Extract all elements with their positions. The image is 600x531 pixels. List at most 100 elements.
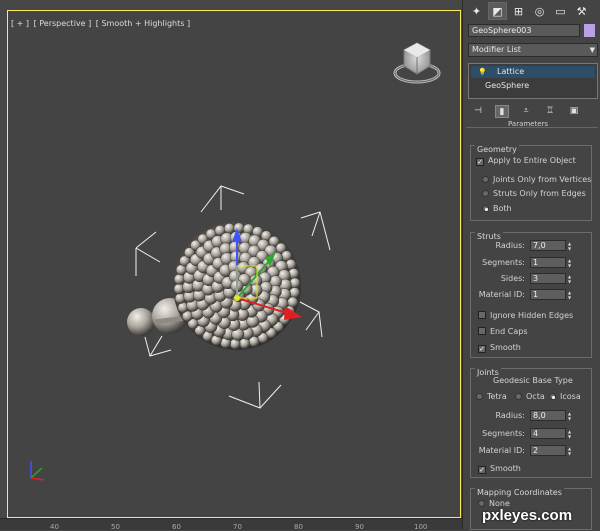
spinner-arrows-icon[interactable]: ▲ ▼ bbox=[568, 289, 575, 300]
ignore-hidden-edges-checkbox[interactable]: Ignore Hidden Edges bbox=[478, 311, 573, 320]
strut-sides-label: Sides: bbox=[500, 274, 525, 283]
group-title: Struts bbox=[475, 232, 503, 241]
chevron-down-icon: ▼ bbox=[589, 46, 595, 54]
watermark-text: pxleyes.com bbox=[482, 507, 573, 524]
pin-stack-icon[interactable]: ⊣ bbox=[471, 105, 485, 118]
radio-label: Struts Only from Edges bbox=[493, 189, 586, 198]
lattice-joint bbox=[289, 287, 301, 299]
stack-item-geosphere[interactable]: GeoSphere bbox=[469, 80, 597, 92]
joint-smooth-checkbox[interactable]: ✓ Smooth bbox=[478, 464, 521, 474]
radio-icosa[interactable]: Icosa bbox=[549, 392, 581, 401]
checkbox-label: Smooth bbox=[490, 464, 521, 473]
spinner-value[interactable]: 8,0 bbox=[530, 410, 566, 421]
stack-item-lattice[interactable]: 💡 Lattice bbox=[471, 66, 595, 78]
strut-sides-spinner[interactable]: 3 ▲ ▼ bbox=[530, 273, 575, 284]
remove-modifier-icon[interactable]: ♖ bbox=[543, 105, 557, 118]
parameters-rollout-header[interactable]: Parameters bbox=[466, 120, 598, 133]
spinner-value[interactable]: 4 bbox=[530, 428, 566, 439]
strut-material-label: Material ID: bbox=[478, 290, 525, 299]
spinner-value[interactable]: 2 bbox=[530, 445, 566, 456]
checkbox-checked-icon: ✓ bbox=[478, 466, 486, 474]
modifier-stack: 💡 Lattice GeoSphere bbox=[468, 63, 598, 99]
end-caps-checkbox[interactable]: End Caps bbox=[478, 327, 527, 336]
radio-both[interactable]: Both bbox=[482, 204, 512, 213]
command-panel-tabs: ✦ ◩ ⊞ ◎ ▭ ⚒ bbox=[463, 0, 600, 22]
stack-item-label: GeoSphere bbox=[485, 81, 530, 90]
lattice-joint bbox=[173, 273, 185, 285]
strut-radius-label: Radius: bbox=[495, 241, 525, 250]
joint-material-spinner[interactable]: 2 ▲ ▼ bbox=[530, 445, 575, 456]
radio-icon bbox=[478, 500, 485, 507]
object-name-row: GeoSphere003 bbox=[468, 24, 598, 38]
spinner-arrows-icon[interactable]: ▲ ▼ bbox=[568, 428, 575, 439]
axis-tripod-icon bbox=[30, 461, 45, 481]
radio-label: Both bbox=[493, 204, 512, 213]
create-icon[interactable]: ✦ bbox=[467, 2, 486, 20]
lightbulb-icon[interactable]: 💡 bbox=[478, 66, 487, 78]
radio-label: Octa bbox=[526, 392, 545, 401]
viewcube-icon[interactable] bbox=[393, 42, 441, 84]
joint-radius-spinner[interactable]: 8,0 ▲ ▼ bbox=[530, 410, 575, 421]
radio-struts-only[interactable]: Struts Only from Edges bbox=[482, 189, 586, 198]
radio-selected-icon bbox=[482, 205, 489, 212]
group-title: Geometry bbox=[475, 145, 519, 154]
perspective-viewport[interactable]: [ + ] [ Perspective ] [ Smooth + Highlig… bbox=[0, 0, 462, 518]
strut-radius-spinner[interactable]: 7,0 ▲ ▼ bbox=[530, 240, 575, 251]
spinner-arrows-icon[interactable]: ▲ ▼ bbox=[568, 240, 575, 251]
spinner-arrows-icon[interactable]: ▲ ▼ bbox=[568, 257, 575, 268]
radio-selected-icon bbox=[549, 393, 556, 400]
spinner-arrows-icon[interactable]: ▲ ▼ bbox=[568, 410, 575, 421]
spinner-value[interactable]: 1 bbox=[530, 289, 566, 300]
spinner-value[interactable]: 1 bbox=[530, 257, 566, 268]
radio-label: Tetra bbox=[487, 392, 507, 401]
spinner-arrows-icon[interactable]: ▲ ▼ bbox=[568, 445, 575, 456]
radio-label: Joints Only from Vertices bbox=[493, 175, 592, 184]
radio-icon bbox=[515, 393, 522, 400]
modifier-list-dropdown[interactable]: Modifier List ▼ bbox=[468, 43, 598, 57]
strut-smooth-checkbox[interactable]: ✓ Smooth bbox=[478, 343, 521, 353]
object-color-swatch[interactable] bbox=[584, 24, 595, 37]
strut-material-spinner[interactable]: 1 ▲ ▼ bbox=[530, 289, 575, 300]
configure-sets-icon[interactable]: ▣ bbox=[567, 105, 581, 118]
stack-item-label: Lattice bbox=[497, 67, 525, 76]
modify-icon[interactable]: ◩ bbox=[488, 2, 507, 20]
radio-tetra[interactable]: Tetra bbox=[476, 392, 507, 401]
show-end-result-icon[interactable]: ▮ bbox=[495, 104, 509, 118]
radio-icon bbox=[482, 176, 489, 183]
hierarchy-icon[interactable]: ⊞ bbox=[509, 2, 528, 20]
time-ruler[interactable]: 40 50 60 70 80 90 100 bbox=[0, 518, 462, 531]
stack-toolbar: ⊣ ▮ ⩡ ♖ ▣ bbox=[471, 104, 597, 118]
spinner-value[interactable]: 3 bbox=[530, 273, 566, 284]
radio-joints-only[interactable]: Joints Only from Vertices bbox=[482, 175, 591, 184]
apply-entire-checkbox[interactable]: ✓ Apply to Entire Object bbox=[476, 156, 576, 166]
spinner-arrows-icon[interactable]: ▲ ▼ bbox=[568, 273, 575, 284]
joint-radius-label: Radius: bbox=[495, 411, 525, 420]
object-name-field[interactable]: GeoSphere003 bbox=[468, 24, 580, 37]
radio-label: Icosa bbox=[560, 392, 581, 401]
make-unique-icon[interactable]: ⩡ bbox=[519, 105, 533, 118]
checkbox-label: End Caps bbox=[490, 327, 528, 336]
joint-segments-label: Segments: bbox=[482, 429, 525, 438]
utilities-icon[interactable]: ⚒ bbox=[572, 2, 591, 20]
rollout-title: Parameters bbox=[508, 120, 549, 128]
geodesic-base-type-label: Geodesic Base Type bbox=[493, 376, 573, 385]
spinner-value[interactable]: 7,0 bbox=[530, 240, 566, 251]
checkbox-icon bbox=[478, 327, 486, 335]
checkbox-label: Apply to Entire Object bbox=[488, 156, 576, 165]
motion-icon[interactable]: ◎ bbox=[530, 2, 549, 20]
modifier-list-label: Modifier List bbox=[472, 45, 521, 54]
checkbox-checked-icon: ✓ bbox=[476, 158, 484, 166]
scene-render bbox=[30, 42, 441, 481]
strut-segments-label: Segments: bbox=[482, 258, 525, 267]
radio-octa[interactable]: Octa bbox=[515, 392, 545, 401]
checkbox-checked-icon: ✓ bbox=[478, 345, 486, 353]
display-icon[interactable]: ▭ bbox=[551, 2, 570, 20]
joint-material-label: Material ID: bbox=[478, 446, 525, 455]
checkbox-icon bbox=[478, 311, 486, 319]
checkbox-label: Ignore Hidden Edges bbox=[490, 311, 574, 320]
checkbox-label: Smooth bbox=[490, 343, 521, 352]
group-title: Mapping Coordinates bbox=[475, 488, 564, 497]
joint-segments-spinner[interactable]: 4 ▲ ▼ bbox=[530, 428, 575, 439]
strut-segments-spinner[interactable]: 1 ▲ ▼ bbox=[530, 257, 575, 268]
radio-icon bbox=[482, 190, 489, 197]
